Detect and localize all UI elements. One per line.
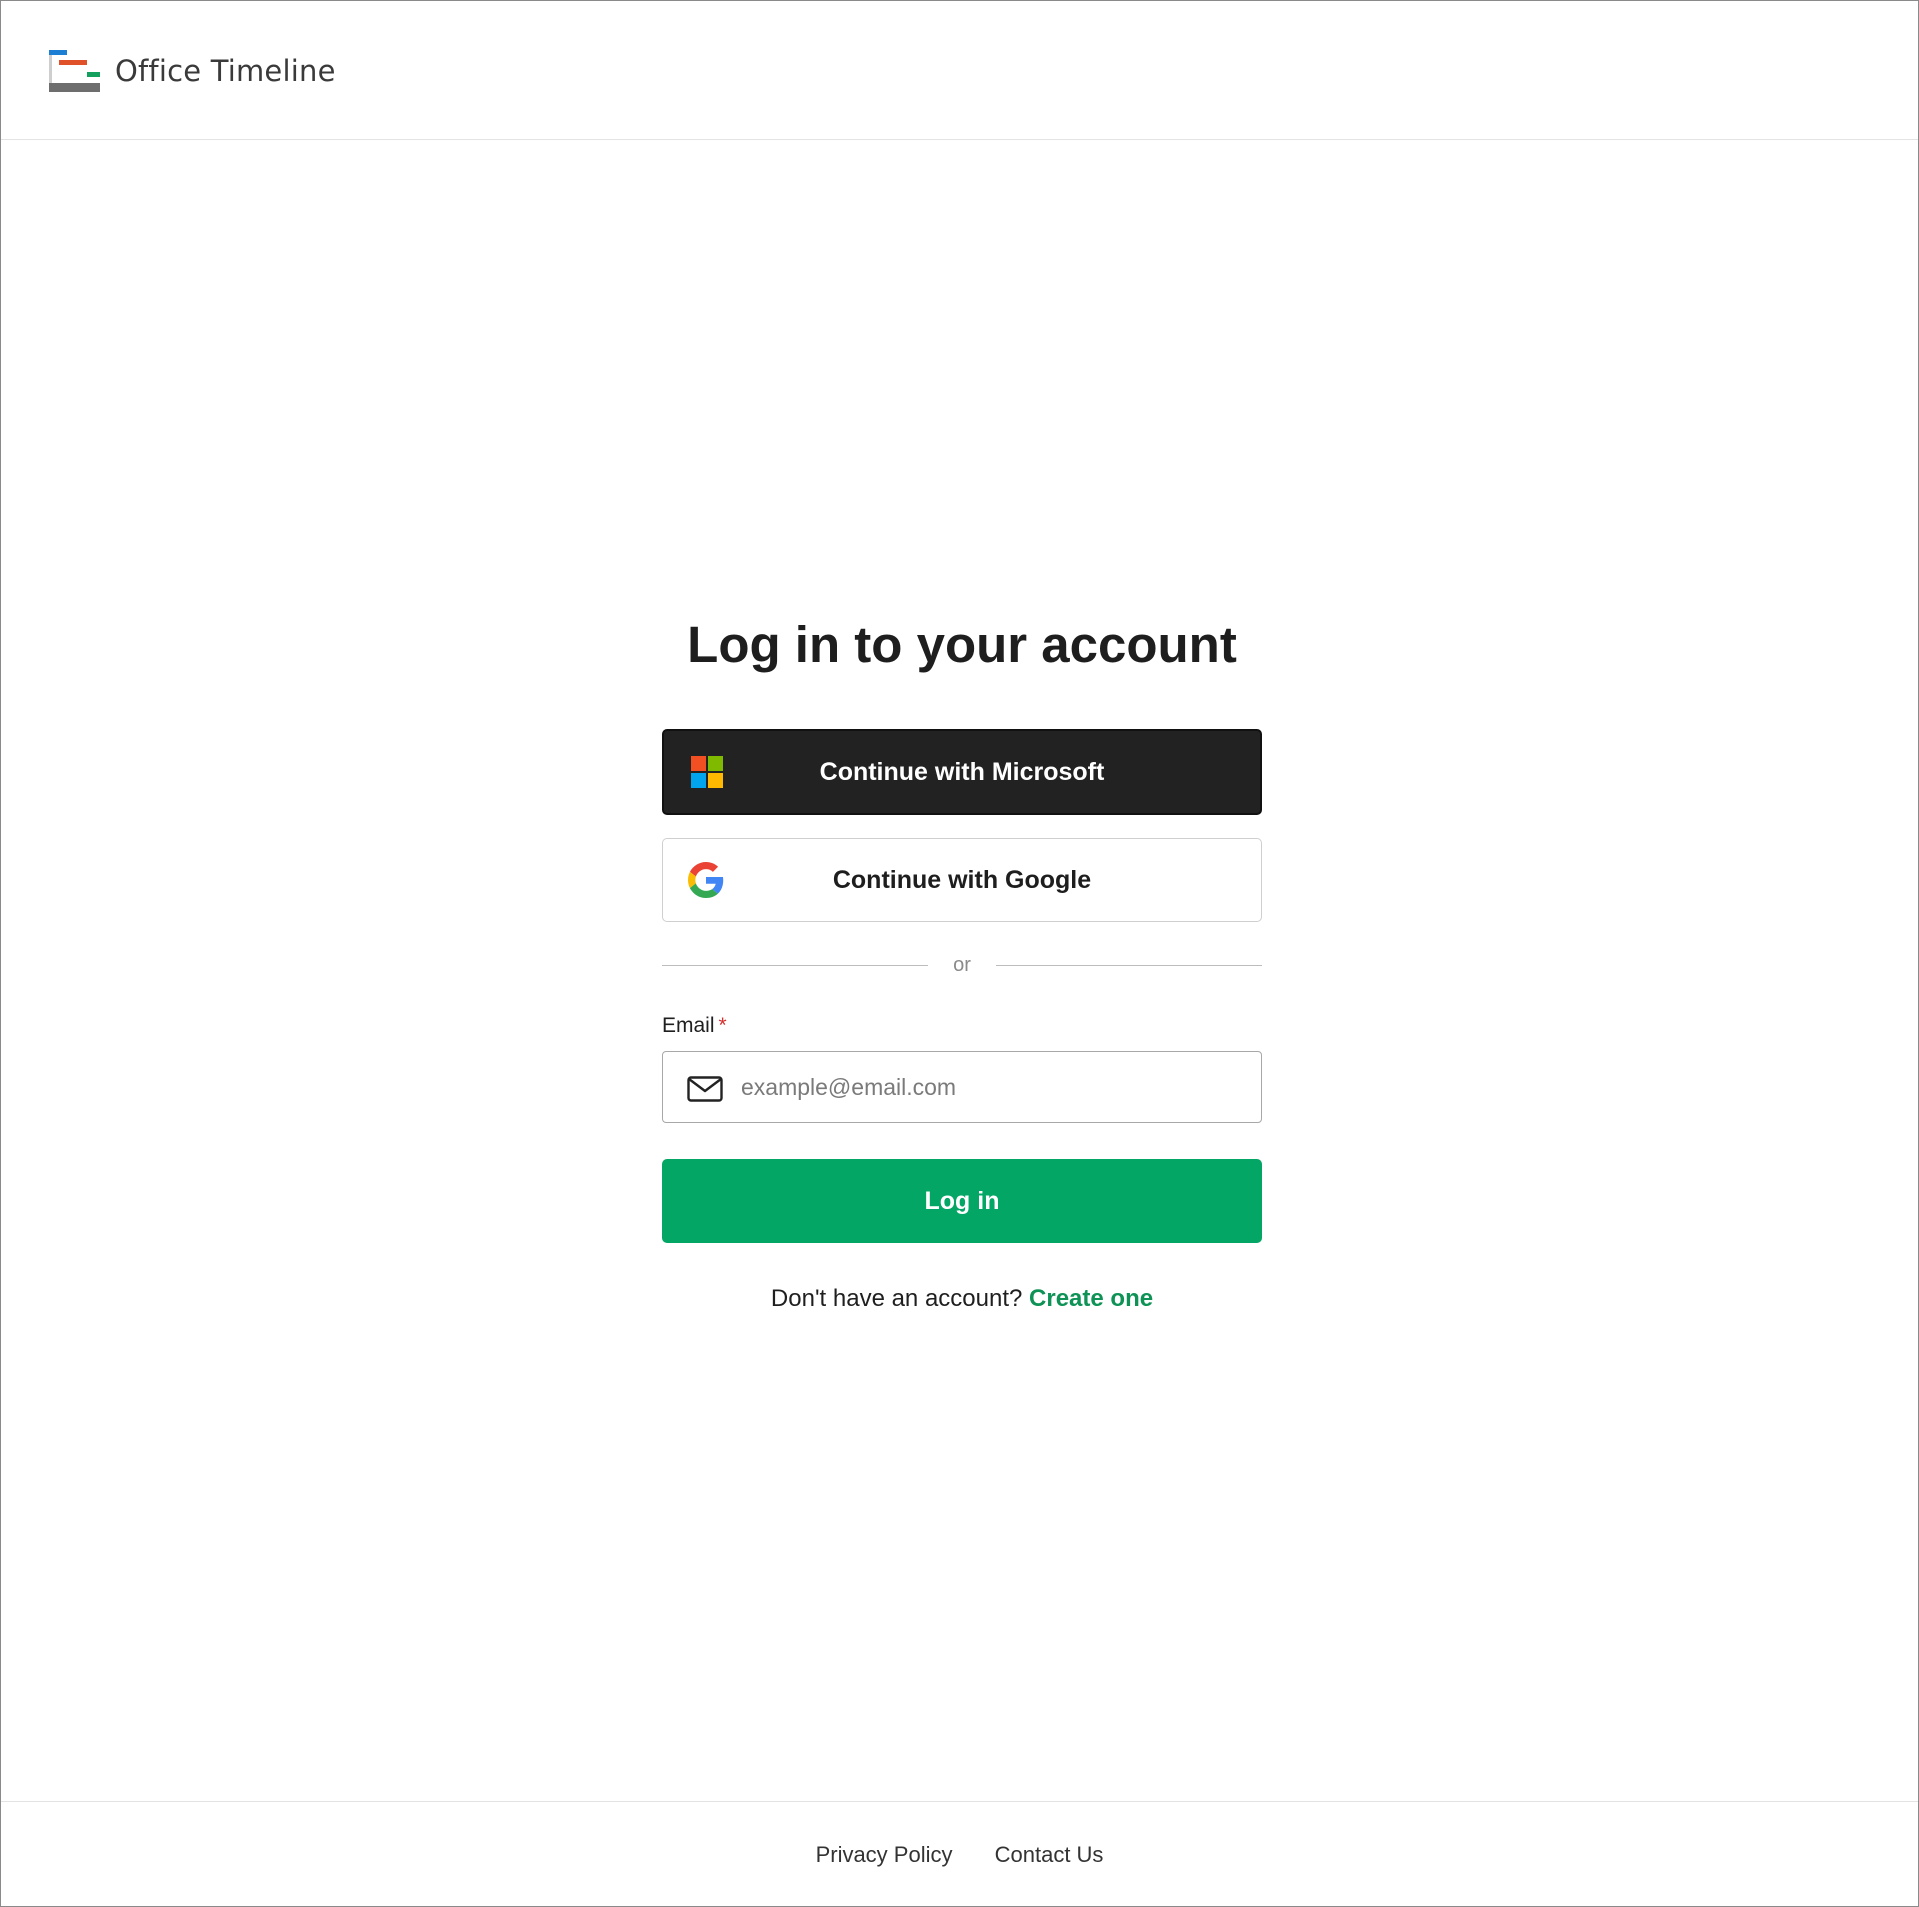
mail-icon [687, 1076, 723, 1102]
signup-prompt: Don't have an account? Create one [662, 1285, 1262, 1313]
or-divider: or [662, 952, 1262, 978]
divider-line-right [996, 964, 1262, 966]
brand-logo[interactable]: Office Timeline [49, 50, 336, 92]
email-label: Email [662, 1014, 715, 1037]
divider-line-left [662, 964, 928, 966]
google-button-label: Continue with Google [832, 865, 1092, 894]
email-field[interactable] [662, 1051, 1262, 1123]
footer-links: Privacy Policy Contact Us [1, 1842, 1918, 1868]
page-title: Log in to your account [687, 616, 1237, 673]
email-input[interactable] [741, 1052, 1241, 1122]
brand-name: Office Timeline [115, 54, 336, 88]
office-timeline-logo-icon [49, 50, 100, 92]
signup-prompt-text: Don't have an account? [770, 1285, 1023, 1312]
continue-with-microsoft-button[interactable]: Continue with Microsoft [662, 729, 1262, 815]
page-header: Office Timeline [1, 1, 1918, 140]
google-logo-icon [688, 862, 724, 898]
contact-us-link[interactable]: Contact Us [995, 1842, 1104, 1867]
divider-text: or [953, 953, 971, 976]
log-in-button[interactable]: Log in [662, 1159, 1262, 1243]
continue-with-google-button[interactable]: Continue with Google [662, 838, 1262, 922]
privacy-policy-link[interactable]: Privacy Policy [816, 1842, 953, 1867]
page-footer: Privacy Policy Contact Us [1, 1801, 1918, 1907]
login-form: Log in to your account Continue with Mic… [662, 613, 1262, 1313]
required-marker: * [718, 1014, 727, 1037]
log-in-button-label: Log in [924, 1186, 1000, 1215]
page-frame: Office Timeline Log in to your account C… [0, 0, 1919, 1907]
create-account-link[interactable]: Create one [1029, 1285, 1153, 1312]
microsoft-logo-icon [689, 754, 725, 790]
email-label-row: Email * [662, 1013, 1262, 1039]
microsoft-button-label: Continue with Microsoft [819, 757, 1105, 786]
